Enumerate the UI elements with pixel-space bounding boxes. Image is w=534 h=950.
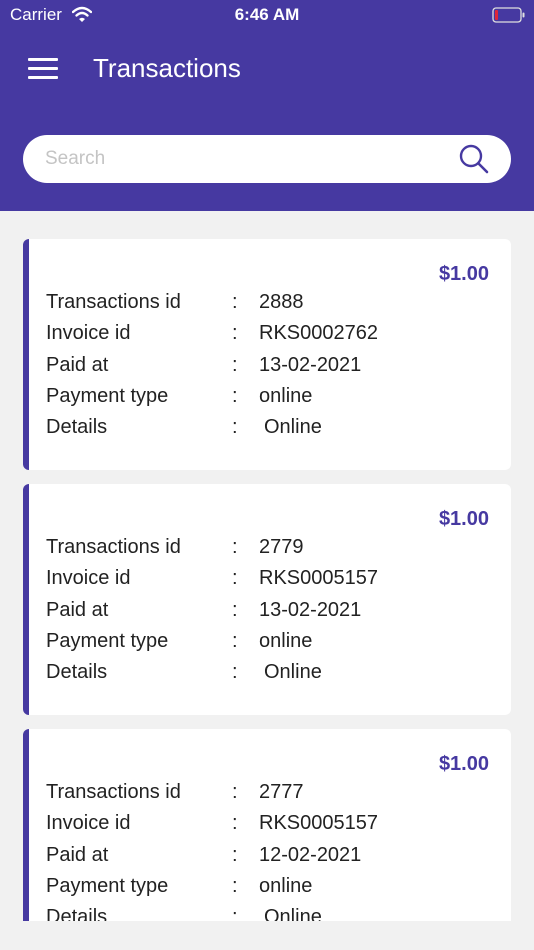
- menu-icon[interactable]: [28, 56, 58, 80]
- separator: :: [232, 567, 238, 589]
- paid-at-value: 13-02-2021: [259, 354, 362, 376]
- separator: :: [232, 385, 238, 407]
- invoice-id-value: RKS0005157: [259, 812, 378, 834]
- separator: :: [232, 781, 238, 803]
- details-value: Online: [264, 661, 322, 683]
- separator: :: [232, 322, 238, 344]
- separator: :: [232, 906, 238, 921]
- separator: :: [232, 630, 238, 652]
- payment-type-value: online: [259, 630, 313, 652]
- separator: :: [232, 291, 238, 313]
- invoice-id-label: Invoice id: [46, 322, 131, 344]
- paid-at-label: Paid at: [46, 599, 109, 621]
- separator: :: [232, 812, 238, 834]
- search-icon[interactable]: [458, 143, 490, 175]
- transaction-id-label: Transactions id: [46, 781, 181, 803]
- transaction-card[interactable]: $1.00 Transactions id : 2779 Invoice id …: [23, 484, 511, 715]
- transaction-id-value: 2888: [259, 291, 304, 313]
- paid-at-value: 12-02-2021: [259, 844, 362, 866]
- transaction-id-label: Transactions id: [46, 291, 181, 313]
- transaction-card[interactable]: $1.00 Transactions id : 2888 Invoice id …: [23, 239, 511, 470]
- search-bar[interactable]: [23, 135, 511, 183]
- status-time: 6:46 AM: [234, 5, 300, 24]
- separator: :: [232, 416, 238, 438]
- paid-at-value: 13-02-2021: [259, 599, 362, 621]
- paid-at-label: Paid at: [46, 354, 109, 376]
- payment-type-label: Payment type: [46, 630, 169, 652]
- app-header: Carrier 6:46 AM Transactions: [0, 0, 534, 211]
- transaction-amount: $1.00: [438, 508, 489, 530]
- payment-type-label: Payment type: [46, 385, 169, 407]
- paid-at-label: Paid at: [46, 844, 109, 866]
- details-value: Online: [264, 906, 322, 921]
- invoice-id-value: RKS0002762: [259, 322, 378, 344]
- separator: :: [232, 354, 238, 376]
- transaction-id-value: 2779: [259, 536, 304, 558]
- transaction-card[interactable]: $1.00 Transactions id : 2777 Invoice id …: [23, 729, 511, 921]
- transaction-amount: $1.00: [438, 753, 489, 775]
- separator: :: [232, 661, 238, 683]
- separator: :: [232, 844, 238, 866]
- invoice-id-value: RKS0005157: [259, 567, 378, 589]
- separator: :: [232, 875, 238, 897]
- invoice-id-label: Invoice id: [46, 567, 131, 589]
- invoice-id-label: Invoice id: [46, 812, 131, 834]
- transaction-amount: $1.00: [438, 263, 489, 285]
- payment-type-value: online: [259, 875, 313, 897]
- status-bar: Carrier 6:46 AM: [0, 0, 534, 30]
- details-label: Details: [46, 661, 108, 683]
- details-label: Details: [46, 906, 108, 921]
- search-input[interactable]: [45, 135, 455, 183]
- transactions-list[interactable]: $1.00 Transactions id : 2888 Invoice id …: [0, 211, 534, 921]
- transaction-id-label: Transactions id: [46, 536, 181, 558]
- separator: :: [232, 536, 238, 558]
- payment-type-value: online: [259, 385, 313, 407]
- details-value: Online: [264, 416, 322, 438]
- separator: :: [232, 599, 238, 621]
- details-label: Details: [46, 416, 108, 438]
- battery-icon: [492, 7, 525, 23]
- payment-type-label: Payment type: [46, 875, 169, 897]
- transaction-id-value: 2777: [259, 781, 304, 803]
- page-title: Transactions: [93, 53, 241, 83]
